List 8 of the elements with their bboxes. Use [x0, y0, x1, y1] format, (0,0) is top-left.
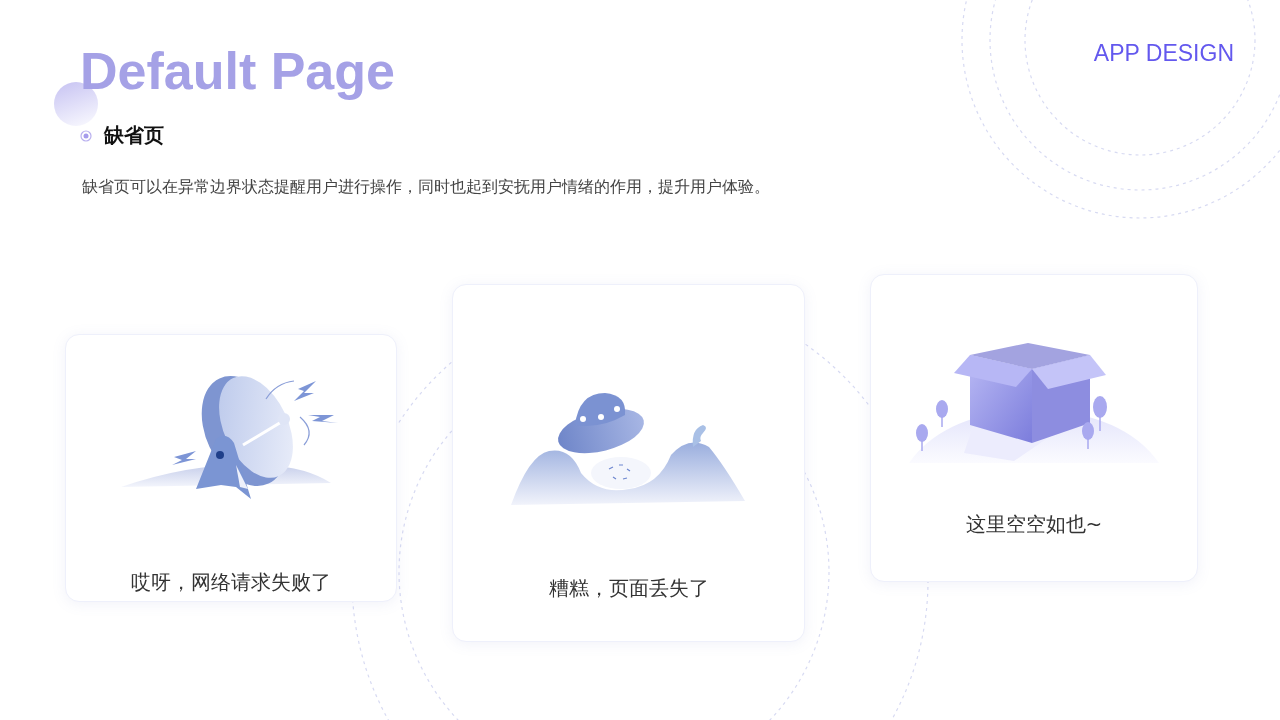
section-description: 缺省页可以在异常边界状态提醒用户进行操作，同时也起到安抚用户情绪的作用，提升用户体验。	[82, 177, 771, 199]
empty-state-message: 糟糕，页面丢失了	[548, 575, 709, 603]
bullet-icon	[80, 129, 92, 142]
empty-state-message: 这里空空如也~	[965, 511, 1103, 539]
page-title: Default Page	[80, 41, 395, 102]
section-heading: 缺省页	[104, 122, 164, 150]
app-design-label: APP DESIGN	[1093, 40, 1234, 67]
empty-state-message: 哎呀，网络请求失败了	[131, 569, 331, 597]
